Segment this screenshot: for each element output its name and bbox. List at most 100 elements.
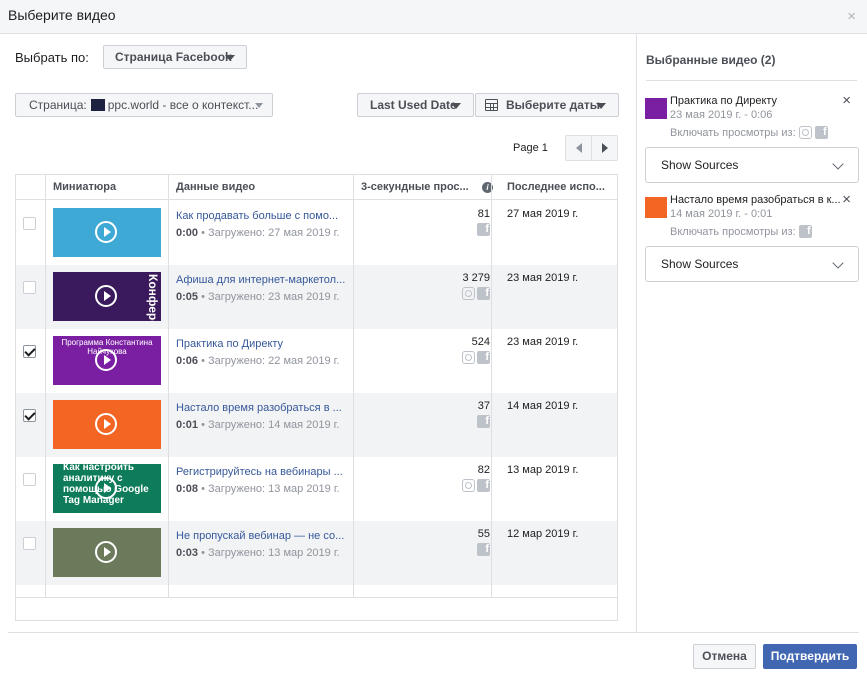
- video-thumbnail[interactable]: Программа Константина Найчукова: [53, 336, 161, 385]
- videos-table: Миниатюра Данные видео 3-секундные прос.…: [15, 174, 618, 621]
- sort-dropdown-value: Last Used Date: [370, 98, 457, 112]
- remove-icon[interactable]: ×: [842, 192, 851, 207]
- facebook-toggle-icon[interactable]: [814, 126, 828, 139]
- table-row[interactable]: Как продавать больше с помо... 0:00 • Заг…: [16, 201, 617, 265]
- video-thumbnail[interactable]: [53, 208, 161, 257]
- table-row[interactable]: Настало время разобраться в ... 0:01 • За…: [16, 393, 617, 457]
- source-icons: [477, 543, 490, 556]
- cancel-button[interactable]: Отмена: [693, 644, 756, 669]
- source-icons: [462, 479, 490, 492]
- page-dropdown-value: ppc.world - все о контекст...: [107, 98, 259, 112]
- selected-video-title: Практика по Директу: [670, 95, 778, 107]
- page-dropdown[interactable]: Страница: ppc.world - все о контекст...: [15, 93, 273, 117]
- video-meta: 0:03 • Загружено: 13 мар 2019 г.: [176, 547, 351, 559]
- video-upload-date: • Загружено: 14 мая 2019 г.: [198, 419, 340, 431]
- row-checkbox[interactable]: [23, 345, 36, 358]
- page-favicon-icon: [90, 99, 105, 111]
- table-row[interactable]: Не пропускай вебинар — не со... 0:03 • За…: [16, 521, 617, 585]
- show-sources-label: Show Sources: [661, 257, 739, 271]
- video-thumbnail[interactable]: Как настроить аналитику с помощью Google…: [53, 464, 161, 513]
- play-icon: [95, 221, 117, 243]
- video-duration: 0:03: [176, 547, 199, 559]
- video-thumbnail[interactable]: [53, 400, 161, 449]
- video-picker-panel: Выбрать по: Страница Facebook Страница: …: [0, 34, 637, 632]
- views-count: 82: [477, 464, 490, 476]
- facebook-toggle-icon[interactable]: [798, 225, 812, 238]
- play-icon: [95, 349, 117, 371]
- row-checkbox[interactable]: [23, 473, 36, 486]
- instagram-icon: [462, 479, 475, 492]
- video-duration: 0:08: [176, 483, 199, 495]
- row-checkbox[interactable]: [23, 281, 36, 294]
- include-views-row: Включать просмотры из:: [670, 225, 812, 238]
- chevron-down-icon: [832, 158, 844, 170]
- last-used-date: 23 мая 2019 г.: [507, 272, 579, 284]
- video-title-link[interactable]: Не пропускай вебинар — не со...: [176, 530, 346, 542]
- table-row[interactable]: Программа Константина Найчукова Практика …: [16, 329, 617, 393]
- selected-video-meta: 14 мая 2019 г. - 0:01: [670, 208, 773, 220]
- instagram-toggle-icon[interactable]: [798, 126, 812, 139]
- source-icons: [462, 351, 490, 364]
- last-used-date: 23 мая 2019 г.: [507, 336, 579, 348]
- views-count: 81: [477, 208, 490, 220]
- instagram-icon: [462, 287, 475, 300]
- date-range-dropdown[interactable]: Выберите даты: [475, 93, 619, 117]
- thumbnail-caption: Конференц: [146, 274, 160, 321]
- last-used-date: 14 мая 2019 г.: [507, 400, 579, 412]
- dialog-header: Выберите видео ×: [0, 0, 867, 34]
- video-title-link[interactable]: Как продавать больше с помо...: [176, 210, 346, 222]
- selected-video-item: Практика по Директу 23 мая 2019 г. - 0:06…: [645, 93, 859, 185]
- include-views-label: Включать просмотры из:: [670, 225, 796, 238]
- show-sources-dropdown[interactable]: Show Sources: [645, 246, 859, 282]
- play-icon: [95, 477, 117, 499]
- source-icons: [462, 287, 490, 300]
- source-icons: [477, 415, 490, 428]
- video-duration: 0:00: [176, 227, 199, 239]
- row-checkbox[interactable]: [23, 217, 36, 230]
- play-icon: [95, 285, 117, 307]
- column-header-video-data[interactable]: Данные видео: [169, 175, 354, 200]
- table-row[interactable]: Как настроить аналитику с помощью Google…: [16, 457, 617, 521]
- views-count: 524: [471, 336, 490, 348]
- show-sources-dropdown[interactable]: Show Sources: [645, 147, 859, 183]
- column-header-views[interactable]: 3-секундные прос...: [354, 175, 479, 200]
- video-title-link[interactable]: Регистрируйтесь на вебинары ...: [176, 466, 346, 478]
- remove-icon[interactable]: ×: [842, 93, 851, 108]
- video-title-link[interactable]: Афиша для интернет-маркетол...: [176, 274, 346, 286]
- confirm-button[interactable]: Подтвердить: [763, 644, 857, 669]
- sort-dropdown[interactable]: Last Used Date: [357, 93, 474, 117]
- dialog-title: Выберите видео: [8, 7, 116, 23]
- last-used-date: 27 мая 2019 г.: [507, 208, 579, 220]
- video-thumbnail[interactable]: Конференц: [53, 272, 161, 321]
- include-views-row: Включать просмотры из:: [670, 126, 828, 139]
- source-dropdown[interactable]: Страница Facebook: [103, 45, 247, 69]
- video-upload-date: • Загружено: 27 мая 2019 г.: [198, 227, 340, 239]
- page-number-label: Page 1: [513, 142, 548, 154]
- row-checkbox[interactable]: [23, 409, 36, 422]
- page-dropdown-prefix: Страница:: [29, 98, 87, 112]
- prev-page-button[interactable]: [565, 135, 592, 161]
- column-header-last-used[interactable]: Последнее испо...: [500, 175, 617, 200]
- row-checkbox[interactable]: [23, 537, 36, 550]
- video-title-link[interactable]: Практика по Директу: [176, 338, 346, 350]
- close-icon[interactable]: ×: [847, 9, 856, 24]
- video-upload-date: • Загружено: 23 мая 2019 г.: [198, 291, 340, 303]
- next-page-button[interactable]: [591, 135, 618, 161]
- views-count: 3 279: [462, 272, 490, 284]
- views-count: 55: [477, 528, 490, 540]
- column-header-thumbnail[interactable]: Миниатюра: [46, 175, 169, 200]
- video-meta: 0:06 • Загружено: 22 мая 2019 г.: [176, 355, 351, 367]
- selected-video-thumbnail: [645, 197, 667, 218]
- caret-down-icon: [451, 103, 461, 109]
- include-views-label: Включать просмотры из:: [670, 126, 796, 139]
- video-title-link[interactable]: Настало время разобраться в ...: [176, 402, 346, 414]
- selected-video-item: Настало время разобраться в к... 14 мая 2…: [645, 192, 859, 284]
- table-row[interactable]: Конференц Афиша для интернет-маркетол... 0…: [16, 265, 617, 329]
- selected-video-thumbnail: [645, 98, 667, 119]
- show-sources-label: Show Sources: [661, 158, 739, 172]
- video-thumbnail[interactable]: [53, 528, 161, 577]
- calendar-icon: [485, 99, 498, 111]
- video-upload-date: • Загружено: 13 мар 2019 г.: [198, 547, 340, 559]
- selected-video-title: Настало время разобраться в к...: [670, 194, 841, 206]
- source-icons: [477, 223, 490, 236]
